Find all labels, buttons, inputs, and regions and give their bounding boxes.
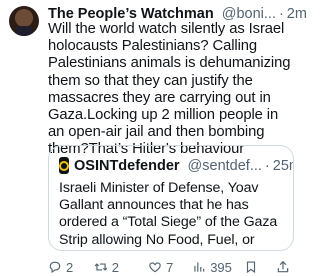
tweet-text: Will the world watch silently as Israel … <box>48 21 291 158</box>
tweet-time[interactable]: 2m <box>287 6 307 22</box>
quoted-author-name: OSINTdefender <box>74 157 180 174</box>
quoted-tweet-time: 25m <box>272 157 293 174</box>
author-name[interactable]: The People’s Watchman <box>48 6 214 22</box>
bookmark-icon <box>246 261 256 274</box>
quoted-tweet-card[interactable]: OSINTdefender @sentdef... · 25m Israeli … <box>48 145 294 251</box>
reply-count: 2 <box>66 259 74 275</box>
author-avatar[interactable] <box>9 6 39 36</box>
separator-dot: · <box>278 6 284 22</box>
like-count: 7 <box>166 259 174 275</box>
reply-icon <box>49 261 61 274</box>
views-button[interactable]: 395 <box>192 260 238 275</box>
quoted-author-avatar <box>59 157 69 174</box>
share-button[interactable] <box>276 260 294 274</box>
quoted-tweet-header: OSINTdefender @sentdef... · 25m <box>59 157 293 174</box>
retweet-count: 2 <box>111 259 120 275</box>
separator-dot: · <box>264 157 270 174</box>
quoted-author-handle: @sentdef... <box>187 157 262 174</box>
views-icon <box>194 262 205 272</box>
views-count: 395 <box>210 259 232 275</box>
retweet-button[interactable]: 2 <box>94 260 148 275</box>
like-icon <box>149 262 161 273</box>
author-handle[interactable]: @boni... <box>222 6 276 22</box>
bookmark-button[interactable] <box>244 260 262 274</box>
reply-button[interactable]: 2 <box>48 260 94 275</box>
quoted-tweet-text: Israeli Minister of Defense, Yoav Gallan… <box>59 180 284 250</box>
share-icon <box>277 260 289 273</box>
tweet-actions: 2 2 7 395 <box>48 259 294 275</box>
retweet-icon <box>94 263 108 271</box>
like-button[interactable]: 7 <box>148 260 192 275</box>
